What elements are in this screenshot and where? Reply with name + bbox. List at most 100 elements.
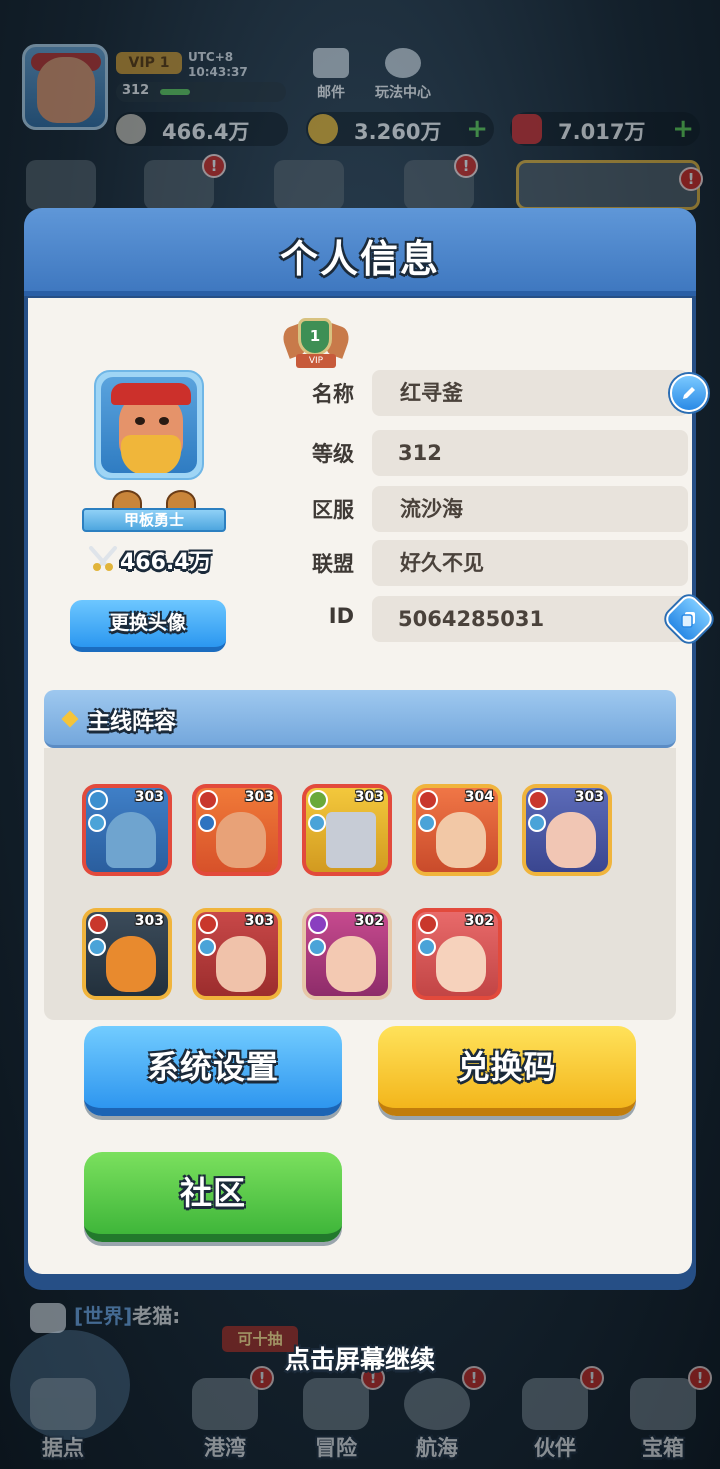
level-value: 312	[372, 430, 688, 476]
gem-amount: 7.017万	[558, 120, 646, 144]
fire-element-icon	[88, 914, 108, 934]
power-display: 466.4万	[114, 112, 288, 146]
nav-label: 航海	[416, 1436, 458, 1460]
hero-level: 302	[354, 913, 384, 929]
hero-card[interactable]: 303	[192, 784, 282, 876]
map-icon	[303, 1378, 369, 1430]
gold-display: 3.260万 +	[306, 112, 494, 146]
hero-level: 303	[574, 789, 604, 805]
id-label: ID	[328, 604, 354, 628]
fire-element-icon	[528, 790, 548, 810]
event-banner[interactable]: !	[516, 160, 703, 210]
class-icon	[418, 938, 436, 956]
dialog-header: 个人信息	[24, 208, 696, 296]
player-power: 466.4万	[88, 542, 218, 575]
dialog-title: 个人信息	[279, 237, 440, 281]
crossed-swords-icon	[89, 546, 117, 571]
nav-voyage[interactable]: ! 航海	[382, 1360, 492, 1469]
world-chat-line[interactable]: [世界]老猫:	[30, 1300, 180, 1333]
hud-power: 466.4万	[162, 120, 250, 144]
server-label: 区服	[312, 498, 354, 522]
add-gems-button[interactable]: +	[672, 115, 694, 143]
redeem-code-button[interactable]: 兑换码	[378, 1026, 636, 1116]
nav-chest[interactable]: ! 宝箱	[608, 1360, 718, 1469]
event-slot[interactable]: !	[404, 154, 478, 210]
top-hud: VIP 1 UTC+8 10:43:37 312 邮件 玩法中心 466.4万 …	[0, 0, 720, 210]
ship-wheel-icon	[404, 1378, 470, 1430]
harbor-icon	[192, 1378, 258, 1430]
gem-display: 7.017万 +	[510, 112, 700, 146]
hud-level-bar: 312	[116, 82, 286, 102]
nav-label: 港湾	[204, 1436, 246, 1460]
hero-card[interactable]: 303	[82, 784, 172, 876]
level-label: 等级	[312, 442, 354, 466]
nav-label: 伙伴	[534, 1436, 576, 1460]
dark-element-icon	[308, 914, 328, 934]
name-row: 名称 红寻釜	[292, 370, 708, 416]
guide-button[interactable]: 玩法中心	[368, 48, 438, 102]
pirate-portrait	[101, 377, 197, 473]
chat-channel: [世界]	[74, 1304, 133, 1328]
hero-card[interactable]: 303	[192, 908, 282, 1000]
hero-level: 302	[464, 913, 494, 929]
fire-element-icon	[418, 790, 438, 810]
alliance-label: 联盟	[312, 552, 354, 576]
stronghold-icon	[30, 1378, 96, 1430]
nature-element-icon	[308, 790, 328, 810]
player-title-badge: 甲板勇士	[82, 490, 226, 532]
hero-card[interactable]: 303	[302, 784, 392, 876]
lineup-header: 主线阵容	[44, 690, 676, 748]
player-title: 甲板勇士	[82, 508, 226, 532]
profile-dialog: 个人信息 1 VIP 甲板勇士 466.4万 更换头像 名称 红寻釜 等级 31…	[24, 208, 716, 1290]
name-label: 名称	[312, 382, 354, 406]
tap-to-continue[interactable]: 点击屏幕继续	[0, 1340, 720, 1376]
change-avatar-button[interactable]: 更换头像	[70, 600, 226, 652]
chat-sender: 老猫:	[132, 1304, 181, 1328]
class-icon	[198, 814, 216, 832]
hero-level: 303	[244, 789, 274, 805]
alert-badge: !	[202, 154, 226, 178]
time-label: 10:43:37	[188, 65, 248, 79]
nav-partners[interactable]: ! 伙伴	[500, 1360, 610, 1469]
system-settings-button[interactable]: 系统设置	[84, 1026, 342, 1116]
hero-card[interactable]: 302	[302, 908, 392, 1000]
class-icon	[88, 938, 106, 956]
server-value: 流沙海	[372, 486, 688, 532]
hero-card[interactable]: 304	[412, 784, 502, 876]
treasure-chest-icon	[630, 1378, 696, 1430]
nav-adventure[interactable]: ! 冒险	[281, 1360, 391, 1469]
community-button[interactable]: 社区	[84, 1152, 342, 1242]
mail-icon	[313, 48, 349, 78]
vip-tag: VIP	[296, 354, 336, 368]
guide-icon	[385, 48, 421, 78]
alert-badge: !	[679, 167, 703, 191]
ruby-icon	[512, 114, 542, 144]
event-slot[interactable]: !	[144, 154, 226, 210]
edit-name-button[interactable]	[670, 374, 708, 412]
event-shortcuts: ! ! !	[20, 154, 710, 210]
nav-harbor[interactable]: ! 港湾	[170, 1360, 280, 1469]
alliance-row: 联盟 好久不见	[292, 540, 688, 586]
hero-card[interactable]: 303	[522, 784, 612, 876]
nav-stronghold[interactable]: 据点	[8, 1360, 118, 1469]
pencil-icon	[683, 387, 695, 399]
add-gold-button[interactable]: +	[466, 115, 488, 143]
mail-button[interactable]: 邮件	[296, 48, 366, 102]
nav-label: 据点	[42, 1436, 84, 1460]
hero-level: 303	[354, 789, 384, 805]
gold-amount: 3.260万	[354, 120, 442, 144]
hero-card[interactable]: 303	[82, 908, 172, 1000]
name-value: 红寻釜	[372, 370, 688, 416]
diamond-icon	[61, 710, 79, 728]
alert-badge: !	[454, 154, 478, 178]
event-slot[interactable]	[274, 160, 344, 210]
crossed-swords-icon	[116, 114, 146, 144]
event-slot[interactable]	[26, 160, 96, 210]
copy-icon	[681, 612, 695, 628]
hero-card[interactable]: 302	[412, 908, 502, 1000]
player-avatar[interactable]	[94, 370, 204, 480]
id-value: 5064285031	[372, 596, 688, 642]
hud-avatar[interactable]	[22, 44, 108, 130]
hero-level: 303	[134, 913, 164, 929]
server-row: 区服 流沙海	[292, 486, 688, 532]
